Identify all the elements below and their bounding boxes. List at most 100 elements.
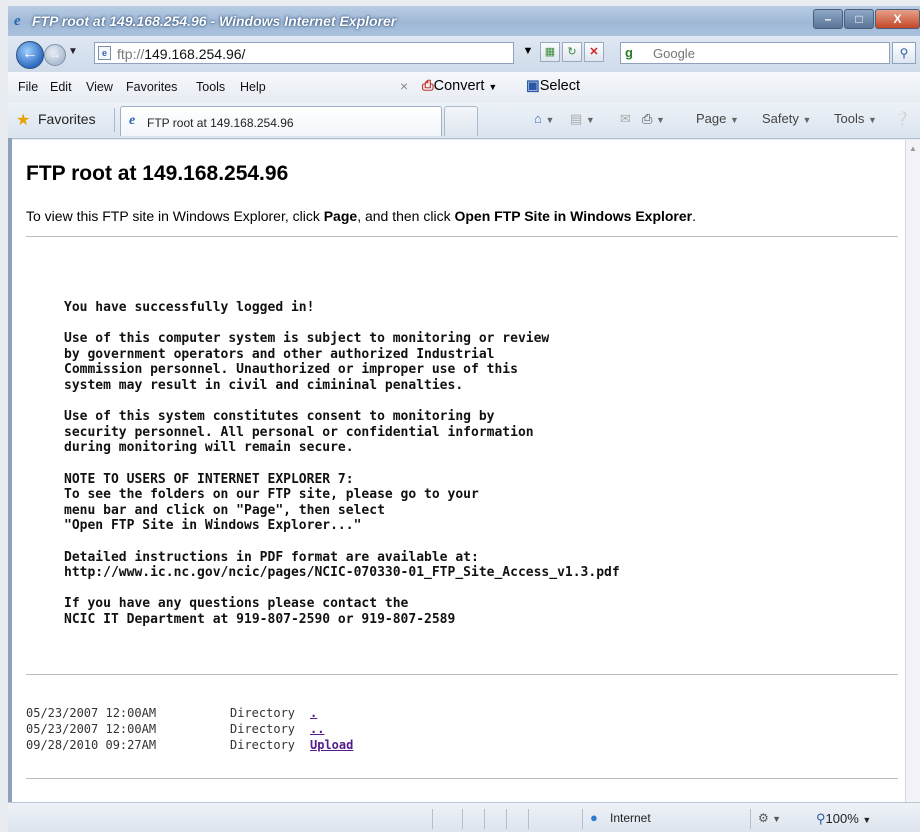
zoom-dropdown-icon: ▼ <box>862 815 872 825</box>
status-separator <box>750 809 751 829</box>
menu-favorites[interactable]: Favorites <box>126 80 177 94</box>
refresh-icon[interactable]: ↻ <box>562 42 582 62</box>
status-separator <box>506 809 507 829</box>
search-icon: ⚲ <box>899 46 909 60</box>
page-heading: FTP root at 149.168.254.96 <box>26 162 289 185</box>
directory-link-upload[interactable]: Upload <box>310 737 353 753</box>
menu-help[interactable]: Help <box>240 80 266 94</box>
directory-listing: 05/23/2007 12:00AM Directory . 05/23/200… <box>26 705 353 753</box>
menu-edit[interactable]: Edit <box>50 80 72 94</box>
favorites-star-icon[interactable]: ★ <box>16 110 30 130</box>
search-input[interactable] <box>651 45 885 62</box>
menu-file[interactable]: File <box>18 80 38 94</box>
menu-view[interactable]: View <box>86 80 113 94</box>
safety-menu-button[interactable]: Safety ▼ <box>762 111 811 126</box>
print-button[interactable]: ⎙ ▼ <box>642 111 665 127</box>
window-title: FTP root at 149.168.254.96 - Windows Int… <box>32 13 397 29</box>
status-separator <box>582 809 583 829</box>
bottom-divider <box>26 778 898 779</box>
listing-type: Directory <box>230 706 296 720</box>
tools-dropdown-icon: ▼ <box>867 115 877 125</box>
favorites-bar: ★ Favorites e FTP root at 149.168.254.96… <box>8 102 920 139</box>
compatibility-view-icon[interactable]: ▦ <box>540 42 560 62</box>
address-input[interactable]: e ftp://149.168.254.96/ <box>94 42 514 64</box>
instr-page: Page <box>323 208 358 224</box>
scroll-up-icon[interactable]: ▲ <box>909 144 917 153</box>
home-button[interactable]: ⌂ ▼ <box>534 111 554 126</box>
read-mail-button[interactable]: ✉ <box>620 111 631 127</box>
protected-mode-icon: ⚙ <box>758 811 769 825</box>
zoom-button[interactable]: ⚲100% ▼ <box>816 811 871 827</box>
instr-before: To view this FTP site in Windows Explore… <box>26 208 324 224</box>
tab-ftp-root[interactable]: e FTP root at 149.168.254.96 <box>120 106 442 136</box>
zoom-level: 100% <box>825 811 859 826</box>
explorer-instructions: To view this FTP site in Windows Explore… <box>26 208 696 224</box>
directory-link-parent[interactable]: .. <box>310 721 324 737</box>
status-separator <box>528 809 529 829</box>
stop-icon[interactable]: ✕ <box>584 42 604 62</box>
minimize-button[interactable]: – <box>813 9 843 29</box>
close-toolbar-icon[interactable]: × <box>400 78 408 94</box>
back-button[interactable]: ← <box>16 41 44 69</box>
page-content: FTP root at 149.168.254.96 To view this … <box>12 140 905 802</box>
convert-button[interactable]: ⎙Convert ▼ <box>422 78 497 94</box>
menu-tools[interactable]: Tools <box>196 80 225 94</box>
status-separator <box>484 809 485 829</box>
print-dropdown-icon: ▼ <box>656 115 665 125</box>
ie-logo-icon: e <box>14 13 21 29</box>
instr-open-ftp: Open FTP Site in Windows Explorer <box>454 208 693 224</box>
search-provider-icon: g <box>625 45 633 60</box>
recent-pages-dropdown-icon[interactable]: ▼ <box>68 46 78 57</box>
favorites-divider <box>114 108 115 132</box>
search-box[interactable]: g <box>620 42 890 64</box>
forward-button[interactable]: → <box>44 44 66 66</box>
select-label: Select <box>539 78 581 94</box>
safety-dropdown-icon: ▼ <box>802 115 812 125</box>
zoom-icon: ⚲ <box>816 811 826 826</box>
url-scheme: ftp:// <box>117 46 145 62</box>
top-divider <box>26 236 898 237</box>
feeds-button[interactable]: ▤ ▼ <box>570 111 595 127</box>
tab-page-icon: e <box>129 113 136 128</box>
new-tab-button[interactable] <box>444 106 478 136</box>
page-menu-button[interactable]: Page ▼ <box>696 111 739 126</box>
select-icon: ▣ <box>526 78 540 94</box>
status-separator <box>432 809 433 829</box>
status-separator <box>462 809 463 829</box>
help-button[interactable]: ❔ <box>894 111 910 127</box>
status-bar: ● Internet ⚙ ▼ ⚲100% ▼ <box>8 802 920 832</box>
instr-middle: , and then click <box>357 208 455 224</box>
convert-dropdown-icon: ▼ <box>488 82 498 92</box>
directory-link-current[interactable]: . <box>310 705 317 721</box>
tools-menu-button[interactable]: Tools ▼ <box>834 111 877 126</box>
listing-date: 09/28/2010 09:27AM <box>26 738 157 752</box>
home-icon: ⌂ <box>534 111 542 126</box>
protected-mode-button[interactable]: ⚙ ▼ <box>758 811 781 825</box>
maximize-button[interactable]: □ <box>844 9 874 29</box>
search-button[interactable]: ⚲ <box>892 42 916 64</box>
address-bar: ← → ▼ e ftp://149.168.254.96/ ▼ ▦ ↻ ✕ g … <box>8 36 920 73</box>
listing-date: 05/23/2007 12:00AM <box>26 706 157 720</box>
welcome-message: You have successfully logged in! Use of … <box>64 300 620 627</box>
select-button[interactable]: ▣Select <box>526 78 580 94</box>
mail-icon: ✉ <box>620 111 631 126</box>
address-dropdown-icon[interactable]: ▼ <box>520 42 536 62</box>
help-icon: ❔ <box>894 111 911 126</box>
title-bar: e FTP root at 149.168.254.96 - Windows I… <box>8 6 920 37</box>
favorites-button[interactable]: Favorites <box>38 111 96 127</box>
close-window-button[interactable]: X <box>875 9 920 29</box>
convert-icon: ⎙ <box>422 78 434 94</box>
tab-title: FTP root at 149.168.254.96 <box>147 116 294 130</box>
url-host: 149.168.254.96/ <box>144 46 246 62</box>
page-menu-label: Page <box>696 111 727 126</box>
listing-row: 09/28/2010 09:27AM Directory Upload <box>26 737 353 753</box>
safety-menu-label: Safety <box>762 111 799 126</box>
security-zone-label: Internet <box>610 811 651 825</box>
instr-end: . <box>692 208 697 224</box>
feeds-icon: ▤ <box>570 111 583 126</box>
page-dropdown-icon: ▼ <box>730 115 739 125</box>
tools-menu-label: Tools <box>834 111 865 126</box>
vertical-scrollbar[interactable]: ▲ <box>905 140 920 802</box>
internet-zone-icon: ● <box>590 810 598 825</box>
protected-mode-dropdown-icon: ▼ <box>772 814 782 824</box>
